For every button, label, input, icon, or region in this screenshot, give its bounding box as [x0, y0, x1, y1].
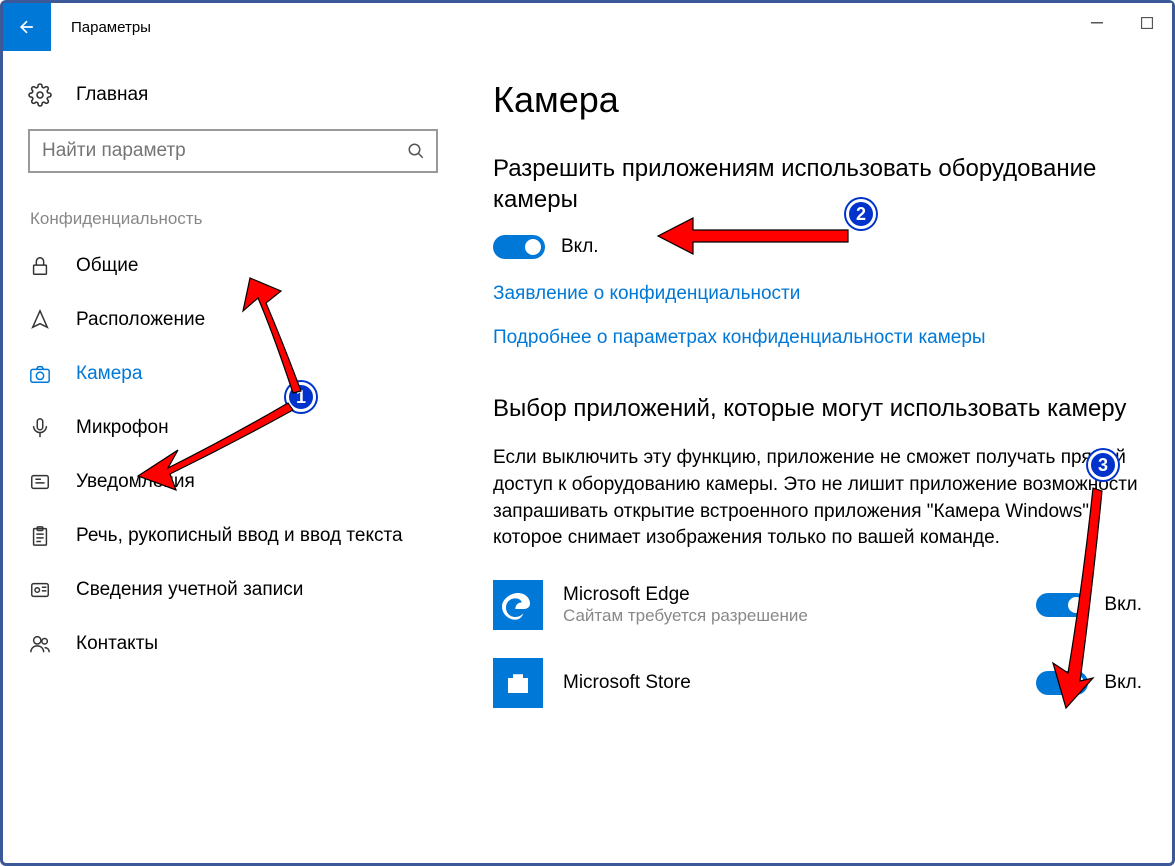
maximize-button[interactable]	[1122, 3, 1172, 43]
edge-icon	[493, 580, 543, 630]
account-icon	[28, 578, 52, 602]
app-store-toggle-label: Вкл.	[1104, 672, 1142, 694]
sidebar-category: Конфиденциальность	[28, 209, 453, 229]
sidebar-item-label: Уведомления	[76, 471, 195, 493]
window-controls	[1072, 3, 1172, 43]
search-button[interactable]	[396, 142, 436, 160]
sidebar-home[interactable]: Главная	[28, 71, 453, 129]
sidebar-item-label: Расположение	[76, 309, 205, 331]
app-row-store: Microsoft Store Вкл.	[493, 658, 1142, 708]
main-panel: Камера Разрешить приложениям использоват…	[463, 51, 1172, 863]
microphone-icon	[28, 416, 52, 440]
sidebar-item-location[interactable]: Расположение	[28, 293, 453, 347]
privacy-statement-link[interactable]: Заявление о конфиденциальности	[493, 283, 1142, 305]
camera-icon	[28, 362, 52, 386]
allow-apps-toggle-label: Вкл.	[561, 236, 599, 258]
sidebar: Главная Конфиденциальность Общие Располо…	[3, 51, 463, 863]
maximize-icon	[1141, 17, 1153, 29]
minimize-button[interactable]	[1072, 3, 1122, 43]
search-icon	[407, 142, 425, 160]
sidebar-item-speech[interactable]: Речь, рукописный ввод и ввод текста	[28, 509, 453, 563]
allow-apps-toggle[interactable]	[493, 235, 545, 259]
contacts-icon	[28, 632, 52, 656]
store-icon	[493, 658, 543, 708]
minimize-icon	[1091, 17, 1103, 29]
lock-icon	[28, 254, 52, 278]
app-edge-toggle[interactable]	[1036, 593, 1088, 617]
sidebar-item-notifications[interactable]: Уведомления	[28, 455, 453, 509]
sidebar-item-contacts[interactable]: Контакты	[28, 617, 453, 671]
app-store-toggle[interactable]	[1036, 671, 1088, 695]
clipboard-icon	[28, 524, 52, 548]
sidebar-item-account[interactable]: Сведения учетной записи	[28, 563, 453, 617]
app-name: Microsoft Store	[563, 672, 1036, 694]
notifications-icon	[28, 470, 52, 494]
gear-icon	[28, 83, 52, 107]
location-icon	[28, 308, 52, 332]
allow-apps-toggle-row: Вкл.	[493, 235, 1142, 259]
sidebar-item-general[interactable]: Общие	[28, 239, 453, 293]
choose-apps-heading: Выбор приложений, которые могут использо…	[493, 393, 1142, 424]
sidebar-item-microphone[interactable]: Микрофон	[28, 401, 453, 455]
app-name: Microsoft Edge	[563, 584, 1036, 606]
app-row-edge: Microsoft Edge Сайтам требуется разрешен…	[493, 580, 1142, 630]
arrow-left-icon	[17, 17, 37, 37]
sidebar-item-label: Камера	[76, 363, 142, 385]
window-title: Параметры	[71, 19, 151, 36]
sidebar-item-label: Сведения учетной записи	[76, 579, 303, 601]
sidebar-item-label: Общие	[76, 255, 138, 277]
search-input[interactable]	[30, 140, 396, 162]
sidebar-item-label: Микрофон	[76, 417, 169, 439]
page-heading: Камера	[493, 79, 1142, 121]
sidebar-home-label: Главная	[76, 84, 148, 106]
sidebar-item-camera[interactable]: Камера	[28, 347, 453, 401]
sidebar-item-label: Речь, рукописный ввод и ввод текста	[76, 525, 403, 547]
search-box[interactable]	[28, 129, 438, 173]
back-button[interactable]	[3, 3, 51, 51]
titlebar: Параметры	[3, 3, 1172, 51]
app-sub: Сайтам требуется разрешение	[563, 606, 1036, 626]
choose-apps-description: Если выключить эту функцию, приложение н…	[493, 445, 1142, 553]
sidebar-item-label: Контакты	[76, 633, 158, 655]
app-edge-toggle-label: Вкл.	[1104, 594, 1142, 616]
privacy-more-link[interactable]: Подробнее о параметрах конфиденциальност…	[493, 327, 1142, 349]
allow-apps-heading: Разрешить приложениям использовать обору…	[493, 153, 1142, 215]
